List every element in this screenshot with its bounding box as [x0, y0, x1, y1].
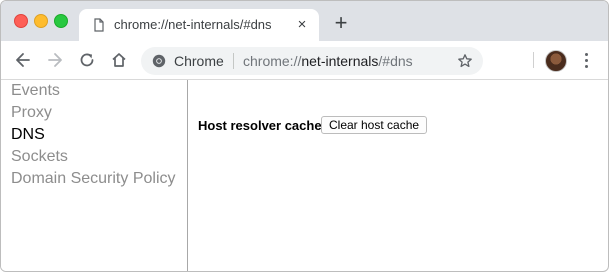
chrome-logo-icon [152, 54, 166, 68]
minimize-window-button[interactable] [34, 14, 48, 28]
sidebar-item-events[interactable]: Events [11, 82, 60, 100]
sidebar-item-proxy[interactable]: Proxy [11, 104, 52, 122]
browser-window: chrome://net-internals/#dns × + Chrome c… [0, 0, 609, 272]
home-icon[interactable] [109, 50, 129, 70]
back-arrow-icon[interactable] [13, 50, 33, 70]
address-bar[interactable]: Chrome chrome://net-internals/#dns [141, 47, 483, 75]
kebab-menu-icon[interactable] [579, 51, 595, 69]
reload-icon[interactable] [77, 50, 97, 70]
new-tab-button[interactable]: + [331, 12, 351, 34]
sidebar-item-dns[interactable]: DNS [11, 126, 45, 144]
star-icon[interactable] [457, 53, 473, 69]
document-icon [94, 18, 104, 32]
toolbar-divider [533, 52, 534, 68]
url-text[interactable]: chrome://net-internals/#dns [243, 53, 413, 69]
url-path: /#dns [378, 53, 413, 69]
omnibox-separator [233, 53, 234, 69]
close-window-button[interactable] [14, 14, 28, 28]
tab-close-icon[interactable]: × [294, 17, 310, 33]
page-content: Events Proxy DNS Sockets Domain Security… [1, 80, 608, 271]
tab-strip: chrome://net-internals/#dns × + [1, 1, 608, 41]
sidebar-item-sockets[interactable]: Sockets [11, 148, 68, 166]
host-resolver-cache-label: Host resolver cache [198, 118, 322, 133]
tab-title: chrome://net-internals/#dns [114, 17, 272, 32]
secure-chip-label: Chrome [174, 53, 224, 69]
toolbar: Chrome chrome://net-internals/#dns [1, 41, 608, 80]
url-host: net-internals [301, 53, 379, 69]
main-panel: Host resolver cache Clear host cache [188, 80, 608, 271]
url-scheme: chrome:// [243, 53, 302, 69]
sidebar-item-domain-security-policy[interactable]: Domain Security Policy [11, 170, 176, 188]
active-tab[interactable]: chrome://net-internals/#dns × [79, 9, 319, 41]
profile-avatar[interactable] [545, 50, 567, 72]
clear-host-cache-button[interactable]: Clear host cache [321, 116, 428, 134]
maximize-window-button[interactable] [54, 14, 68, 28]
sidebar: Events Proxy DNS Sockets Domain Security… [1, 80, 188, 271]
forward-arrow-icon[interactable] [45, 50, 65, 70]
